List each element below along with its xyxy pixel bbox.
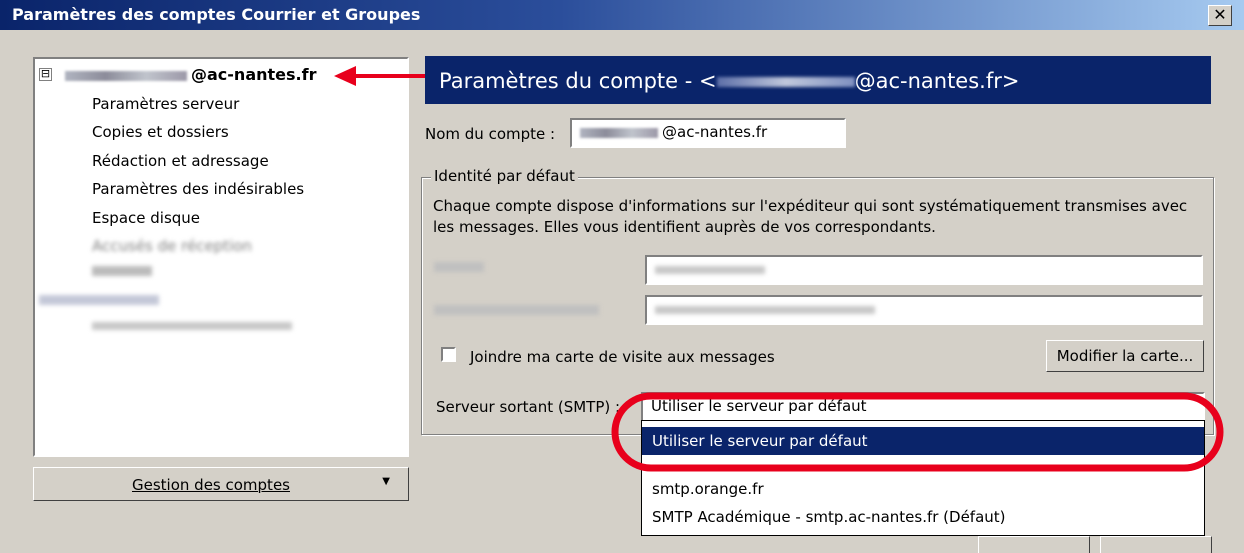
email-label-blurred <box>434 305 599 315</box>
tree-item-server-settings[interactable]: Paramètres serveur <box>92 95 239 113</box>
collapse-icon[interactable]: ⊟ <box>39 68 52 81</box>
tree-account-label: @ac-nantes.fr <box>191 65 317 84</box>
tree-account-node[interactable]: @ac-nantes.fr <box>65 65 316 84</box>
tree-item-blurred-3[interactable] <box>92 322 292 330</box>
annotation-ellipse-icon <box>611 392 1224 472</box>
name-label-blurred <box>434 262 484 272</box>
redacted-account-name <box>580 127 658 138</box>
ok-button[interactable] <box>978 536 1090 553</box>
cancel-button[interactable] <box>1100 536 1212 553</box>
account-name-field[interactable]: @ac-nantes.fr <box>570 118 846 148</box>
smtp-option[interactable]: SMTP Académique - smtp.ac-nantes.fr (Déf… <box>642 503 1204 531</box>
account-actions-label: Gestion des comptes <box>132 476 290 494</box>
name-field[interactable] <box>645 255 1203 285</box>
tree-item-blurred[interactable] <box>92 266 152 276</box>
close-icon: ✕ <box>1213 5 1227 24</box>
email-value-blurred <box>655 306 875 314</box>
close-button[interactable]: ✕ <box>1208 5 1232 26</box>
redacted-name <box>65 70 187 81</box>
tree-item-copies-folders[interactable]: Copies et dossiers <box>92 123 229 141</box>
identity-description: Chaque compte dispose d'informations sur… <box>433 197 1188 236</box>
redacted-header-name <box>716 77 855 87</box>
window-title: Paramètres des comptes Courrier et Group… <box>12 5 421 24</box>
header-suffix: @ac-nantes.fr> <box>854 69 1020 93</box>
tree-item-disk-space[interactable]: Espace disque <box>92 209 200 227</box>
edit-card-button[interactable]: Modifier la carte... <box>1046 340 1204 372</box>
annotation-arrow-icon <box>334 66 428 86</box>
smtp-label: Serveur sortant (SMTP) : <box>436 398 621 416</box>
tree-item-composition[interactable]: Rédaction et adressage <box>92 152 269 170</box>
email-field[interactable] <box>645 295 1203 325</box>
tree-item-return-receipts[interactable]: Accusés de réception <box>92 237 252 255</box>
account-tree[interactable]: ⊟ @ac-nantes.fr Paramètres serveur Copie… <box>33 57 409 457</box>
dropdown-arrow-icon: ▼ <box>382 476 390 487</box>
account-name-label: Nom du compte : <box>425 125 556 143</box>
header-prefix: Paramètres du compte - < <box>439 69 717 93</box>
account-name-value: @ac-nantes.fr <box>662 123 768 141</box>
tree-item-junk-settings[interactable]: Paramètres des indésirables <box>92 180 304 198</box>
identity-legend: Identité par défaut <box>431 167 578 185</box>
tree-item-blurred-2[interactable] <box>39 295 159 305</box>
vcard-checkbox[interactable] <box>441 347 456 362</box>
title-bar: Paramètres des comptes Courrier et Group… <box>0 0 1244 30</box>
page-title: Paramètres du compte - < @ac-nantes.fr> <box>425 56 1211 104</box>
account-actions-button[interactable]: Gestion des comptes ▼ <box>33 467 409 501</box>
vcard-label[interactable]: Joindre ma carte de visite aux messages <box>470 348 775 366</box>
name-value-blurred <box>655 266 765 274</box>
